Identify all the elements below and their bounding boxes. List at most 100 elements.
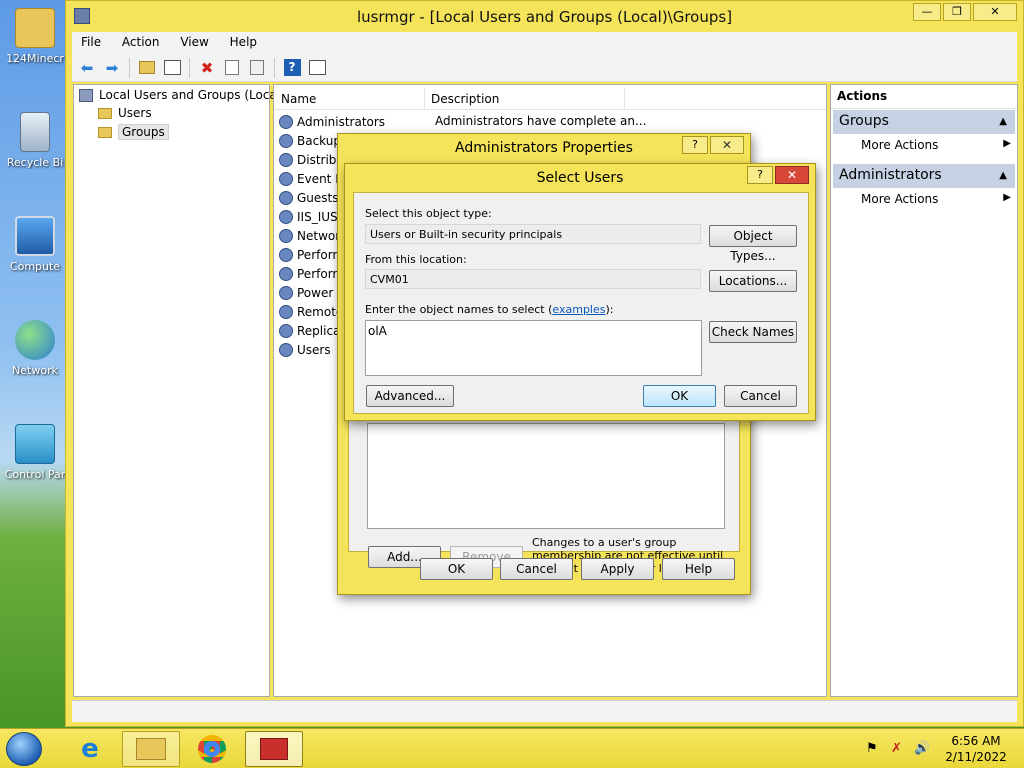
collapse-icon: ▲ <box>999 170 1007 181</box>
advanced-button[interactable]: Advanced... <box>366 385 454 407</box>
properties-cancel-button[interactable]: Cancel <box>500 558 573 580</box>
group-name: Users <box>297 342 331 357</box>
toolbar-separator <box>274 57 275 78</box>
forward-icon: ➡ <box>105 58 119 77</box>
system-clock[interactable]: 6:56 AM 2/11/2022 <box>936 733 1016 765</box>
toolbar: ⬅ ➡ ✖ ? <box>72 54 1017 82</box>
desktop-icon-control-panel[interactable]: Control Par <box>2 424 68 481</box>
group-icon <box>279 228 293 243</box>
status-bar <box>72 700 1017 722</box>
delete-button[interactable]: ✖ <box>196 58 218 78</box>
taskbar-internet-explorer[interactable]: e <box>60 731 120 767</box>
submenu-arrow-icon: ▶ <box>1003 138 1011 149</box>
maximize-button[interactable]: ❐ <box>943 3 971 21</box>
menu-file[interactable]: File <box>72 32 109 49</box>
desktop-icon-computer[interactable]: Compute <box>2 216 68 273</box>
column-header-description[interactable]: Description <box>431 92 499 106</box>
object-types-button[interactable]: Object Types... <box>709 225 797 263</box>
group-name: Guests <box>297 190 339 205</box>
close-icon: ✕ <box>721 138 733 152</box>
minimize-button[interactable]: — <box>913 3 941 21</box>
recycle-bin-icon <box>20 112 50 152</box>
action-label: More Actions <box>861 192 939 206</box>
action-more-actions-administrators[interactable]: More Actions ▶ <box>861 192 1011 206</box>
control-panel-icon <box>15 424 55 464</box>
select-users-help-button[interactable]: ? <box>747 166 773 184</box>
members-list[interactable] <box>367 423 725 529</box>
actions-title: Actions <box>831 89 1017 109</box>
start-button[interactable] <box>6 732 42 766</box>
select-users-dialog-title: Select Users <box>536 170 624 186</box>
desktop-icon-user-folder[interactable]: 124Minecr <box>2 8 68 65</box>
object-names-label: Enter the object names to select (exampl… <box>365 303 613 316</box>
menu-help[interactable]: Help <box>221 32 265 49</box>
check-names-button[interactable]: Check Names <box>709 321 797 343</box>
desktop-icon-network[interactable]: Network <box>2 320 68 377</box>
flag-icon[interactable]: ⚑ <box>866 741 878 756</box>
export-list-button[interactable] <box>246 58 268 78</box>
taskbar: e ⚑ ✗ 🔊 6:56 AM 2/11/2022 <box>0 728 1024 768</box>
desktop-icon-label: Network <box>12 364 58 377</box>
examples-link[interactable]: examples <box>552 303 605 316</box>
actions-section-groups[interactable]: Groups ▲ <box>833 110 1015 134</box>
volume-icon[interactable]: 🔊 <box>914 741 930 756</box>
up-folder-button[interactable] <box>136 58 158 78</box>
taskbar-chrome[interactable] <box>183 731 241 767</box>
group-icon <box>279 114 293 129</box>
properties-apply-button[interactable]: Apply <box>581 558 654 580</box>
properties-help-button[interactable]: Help <box>662 558 735 580</box>
select-users-dialog-body: Select this object type: Users or Built-… <box>353 192 809 414</box>
select-users-close-button[interactable]: ✕ <box>775 166 809 184</box>
chrome-icon <box>198 735 226 763</box>
close-button[interactable]: ✕ <box>973 3 1017 21</box>
properties-close-button[interactable]: ✕ <box>710 136 744 154</box>
menu-view[interactable]: View <box>171 32 216 49</box>
action-pane-button[interactable] <box>306 58 328 78</box>
folder-icon <box>98 107 112 119</box>
object-names-input[interactable]: olA <box>365 320 702 376</box>
select-users-cancel-button[interactable]: Cancel <box>724 385 797 407</box>
desktop-icon-label: 124Minecr <box>6 52 64 65</box>
column-separator[interactable] <box>424 88 425 110</box>
menu-action[interactable]: Action <box>113 32 168 49</box>
forward-button[interactable]: ➡ <box>101 58 123 78</box>
user-folder-icon <box>15 8 55 48</box>
taskbar-lusrmgr[interactable] <box>245 731 303 767</box>
computer-icon <box>15 216 55 256</box>
action-more-actions-groups[interactable]: More Actions ▶ <box>861 138 1011 152</box>
group-icon <box>279 266 293 281</box>
clock-time: 6:56 AM <box>951 734 1001 748</box>
group-icon <box>279 247 293 262</box>
back-button[interactable]: ⬅ <box>76 58 98 78</box>
group-icon <box>279 323 293 338</box>
actions-section-label: Administrators <box>839 167 942 183</box>
action-pane-icon <box>308 60 326 75</box>
table-row[interactable]: Administrators Administrators have comple… <box>279 112 819 131</box>
internet-explorer-icon: e <box>81 734 99 764</box>
properties-ok-button[interactable]: OK <box>420 558 493 580</box>
properties-button[interactable] <box>221 58 243 78</box>
location-field: CVM01 <box>365 269 701 289</box>
toolbar-separator <box>189 57 190 78</box>
column-header-name[interactable]: Name <box>281 92 316 106</box>
desktop-icon-label: Compute <box>9 260 61 273</box>
taskbar-file-explorer[interactable] <box>122 731 180 767</box>
restore-icon: ❐ <box>952 5 962 18</box>
show-hide-tree-button[interactable] <box>161 58 183 78</box>
network-error-icon[interactable]: ✗ <box>891 741 902 756</box>
tree-item-groups[interactable]: Groups <box>98 124 169 140</box>
properties-help-title-button[interactable]: ? <box>682 136 708 154</box>
column-separator[interactable] <box>624 88 625 110</box>
tree-item-users[interactable]: Users <box>98 106 152 120</box>
select-users-ok-button[interactable]: OK <box>643 385 716 407</box>
actions-section-administrators[interactable]: Administrators ▲ <box>833 164 1015 188</box>
group-icon <box>279 209 293 224</box>
desktop-icon-recycle-bin[interactable]: Recycle Bi <box>2 112 68 169</box>
tree-root[interactable]: Local Users and Groups (Local) <box>79 88 285 102</box>
help-button[interactable]: ? <box>281 58 303 78</box>
clock-date: 2/11/2022 <box>945 750 1007 764</box>
group-name: Backup <box>297 133 341 148</box>
menu-bar: File Action View Help <box>72 32 1017 54</box>
window-titlebar[interactable]: lusrmgr - [Local Users and Groups (Local… <box>66 1 1023 32</box>
locations-button[interactable]: Locations... <box>709 270 797 292</box>
